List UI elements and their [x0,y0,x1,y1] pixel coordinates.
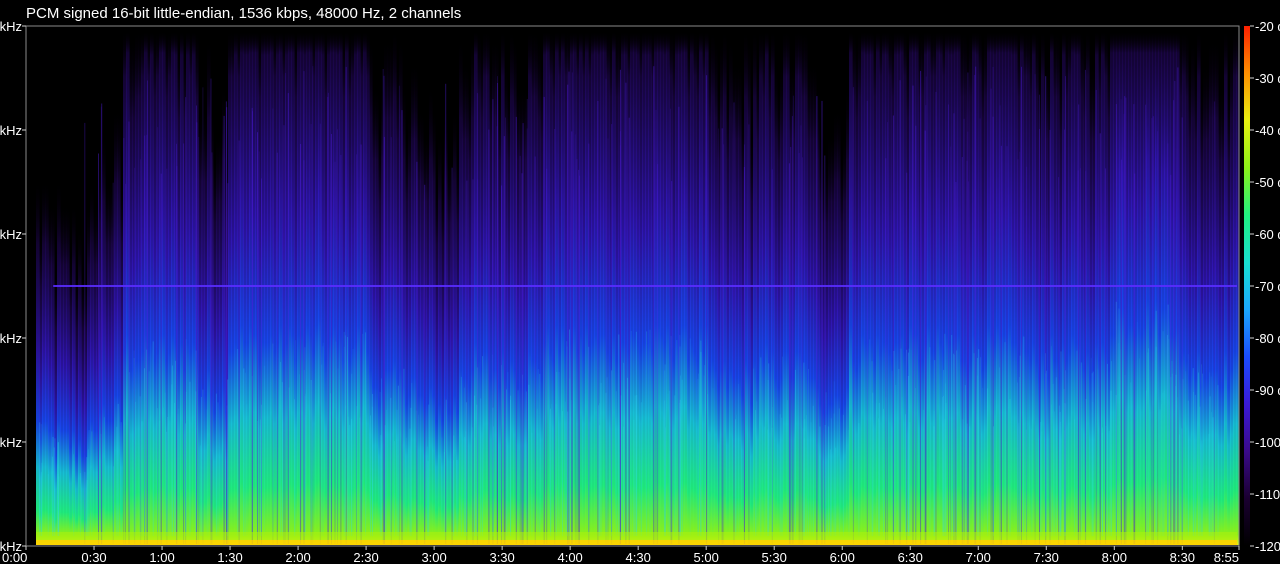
colorbar [1244,26,1250,546]
y-tick-label: kHz [0,331,22,346]
y-tick-label: kHz [0,123,22,138]
colorbar-tick-label: -100 [1255,435,1280,450]
x-tick-label: 3:30 [489,550,514,564]
colorbar-tick-label: -50 d [1255,175,1280,190]
x-tick-label: 7:00 [966,550,991,564]
y-tick-label: kHz [0,435,22,450]
x-tick-label: 8:00 [1102,550,1127,564]
colorbar-tick-label: -120 [1255,539,1280,554]
spectrogram-window: PCM signed 16-bit little-endian, 1536 kb… [0,0,1280,564]
x-tick-label: 7:30 [1034,550,1059,564]
colorbar-tick-label: -80 d [1255,331,1280,346]
colorbar-tick-label: -70 d [1255,279,1280,294]
x-tick-label: 1:00 [149,550,174,564]
colorbar-tick-label: -30 d [1255,71,1280,86]
x-tick-label: 3:00 [421,550,446,564]
x-tick-label: 6:00 [830,550,855,564]
x-tick-label: 8:30 [1170,550,1195,564]
x-tick-label: 6:30 [898,550,923,564]
x-tick-label: 8:55 [1214,550,1239,564]
y-tick-label: kHz [0,19,22,34]
y-tick-label: kHz [0,539,22,554]
x-tick-label: 0:30 [81,550,106,564]
x-tick-label: 5:30 [762,550,787,564]
x-tick-label: 4:00 [557,550,582,564]
colorbar-tick-label: -20 d [1255,19,1280,34]
x-tick-label: 2:00 [285,550,310,564]
colorbar-tick-label: -40 d [1255,123,1280,138]
chart-title: PCM signed 16-bit little-endian, 1536 kb… [26,5,461,22]
colorbar-tick-label: -90 d [1255,383,1280,398]
y-tick-label: kHz [0,227,22,242]
colorbar-tick-label: -60 d [1255,227,1280,242]
x-tick-label: 4:30 [626,550,651,564]
x-tick-label: 2:30 [353,550,378,564]
x-tick-label: 1:30 [217,550,242,564]
spectrogram-chart: PCM signed 16-bit little-endian, 1536 kb… [0,0,1280,564]
spectrogram-image [36,27,1240,545]
colorbar-tick-label: -110 [1255,487,1280,502]
x-tick-label: 5:00 [694,550,719,564]
